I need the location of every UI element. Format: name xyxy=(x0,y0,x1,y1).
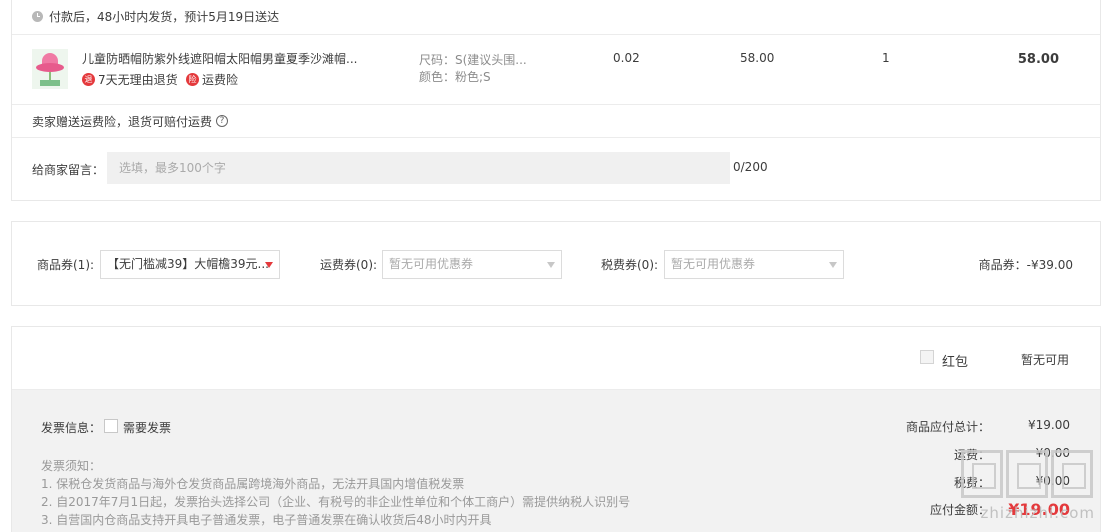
invoice-checkbox[interactable] xyxy=(104,419,118,433)
shipping-fee-value: ¥0.00 xyxy=(1035,446,1070,460)
shipping-coupon-value: 暂无可用优惠券 xyxy=(389,257,474,271)
invoice-summary-area: 发票信息： 需要发票 发票须知： 1. 保税仓发货商品与海外仓发货商品属跨境海外… xyxy=(12,390,1100,532)
dropdown-arrow-icon xyxy=(829,262,837,268)
product-thumbnail[interactable] xyxy=(32,49,68,89)
tax-coupon-select[interactable]: 暂无可用优惠券 xyxy=(664,250,844,279)
item-quantity: 1 xyxy=(882,51,890,65)
tax-coupon-label: 税费券(0): xyxy=(601,258,659,272)
goods-total-value: ¥19.00 xyxy=(1028,418,1070,432)
shipping-notice-row: 付款后，48小时内发货，预计5月19日送达 xyxy=(12,0,1100,35)
payable-label: 应付金额： xyxy=(929,503,990,517)
help-icon[interactable]: ? xyxy=(216,115,229,127)
invoice-need-label[interactable]: 需要发票 xyxy=(123,419,171,436)
message-input[interactable] xyxy=(107,152,730,184)
return-badge-icon: 退 xyxy=(82,73,95,86)
coupon-total: 商品券：-¥39.00 xyxy=(978,258,1073,272)
goods-total-label: 商品应付总计： xyxy=(905,420,990,434)
shipping-coupon-select[interactable]: 暂无可用优惠券 xyxy=(382,250,562,279)
tax-fee-label: 税费： xyxy=(953,476,990,490)
insurance-badge-icon: 险 xyxy=(186,73,199,86)
service-return: 退 7天无理由退货 xyxy=(82,71,178,88)
invoice-note: 1. 保税仓发货商品与海外仓发货商品属跨境海外商品，无法开具国内增值税发票 xyxy=(41,477,465,491)
shipping-fee-row: 运费： ¥0.00 xyxy=(954,446,1070,463)
red-packet-checkbox[interactable] xyxy=(920,350,934,364)
red-packet-status: 暂无可用 xyxy=(1021,353,1070,367)
tax-fee-value: ¥0.00 xyxy=(1035,474,1070,488)
item-tax: 0.02 xyxy=(613,51,640,65)
shipping-notice: 付款后，48小时内发货，预计5月19日送达 xyxy=(49,10,280,24)
shipping-fee-label: 运费： xyxy=(953,448,990,462)
dropdown-arrow-icon xyxy=(547,262,555,268)
message-label: 给商家留言： xyxy=(32,163,105,177)
goods-coupon-value: 【无门槛减39】大帽檐39元... xyxy=(107,257,269,271)
service-shipping-label: 运费险 xyxy=(202,73,239,87)
red-packet-row: 红包 暂无可用 xyxy=(12,327,1100,390)
item-price: 58.00 xyxy=(740,51,775,65)
goods-coupon-select[interactable]: 【无门槛减39】大帽檐39元... xyxy=(100,250,280,279)
free-insurance-row: 卖家赠送运费险，退货可赔付运费 ? xyxy=(12,105,1100,138)
shipping-coupon-label: 运费券(0): xyxy=(320,258,378,272)
coupon-panel: 商品券(1): 【无门槛减39】大帽檐39元... 运费券(0): 暂无可用优惠… xyxy=(11,221,1101,306)
spec-size: 尺码：S(建议头围... xyxy=(419,53,527,67)
goods-total-row: 商品应付总计： ¥19.00 xyxy=(906,418,1070,435)
order-item-row: 儿童防晒帽防紫外线遮阳帽太阳帽男童夏季沙滩帽... 退 7天无理由退货 险 运费… xyxy=(12,35,1100,105)
message-count: 0/200 xyxy=(733,160,768,174)
spec-color: 颜色：粉色;S xyxy=(419,70,491,84)
invoice-label: 发票信息： xyxy=(41,421,102,435)
red-packet-label: 红包 xyxy=(942,355,969,370)
summary-panel: 红包 暂无可用 发票信息： 需要发票 发票须知： 1. 保税仓发货商品与海外仓发… xyxy=(11,326,1101,532)
tax-coupon-value: 暂无可用优惠券 xyxy=(671,257,756,271)
service-return-label: 7天无理由退货 xyxy=(98,73,178,87)
dropdown-arrow-icon xyxy=(265,262,273,268)
service-shipping-insurance: 险 运费险 xyxy=(186,71,238,88)
free-insurance-text: 卖家赠送运费险，退货可赔付运费 xyxy=(32,114,213,129)
clock-icon xyxy=(32,11,43,22)
payable-value: ¥19.00 xyxy=(1008,500,1070,519)
payable-row: 应付金额： ¥19.00 xyxy=(930,500,1070,519)
invoice-note: 2. 自2017年7月1日起，发票抬头选择公司（企业、有税号的非企业性单位和个体… xyxy=(41,495,631,509)
invoice-note: 3. 自营国内仓商品支持开具电子普通发票，电子普通发票在确认收货后48小时内开具 xyxy=(41,513,492,527)
product-title[interactable]: 儿童防晒帽防紫外线遮阳帽太阳帽男童夏季沙滩帽... xyxy=(82,50,367,67)
invoice-notes-title: 发票须知： xyxy=(41,459,102,473)
tax-fee-row: 税费： ¥0.00 xyxy=(954,474,1070,491)
item-subtotal: 58.00 xyxy=(1017,52,1059,67)
goods-coupon-label: 商品券(1): xyxy=(37,258,95,272)
order-panel: 付款后，48小时内发货，预计5月19日送达 儿童防晒帽防紫外线遮阳帽太阳帽男童夏… xyxy=(11,0,1101,201)
